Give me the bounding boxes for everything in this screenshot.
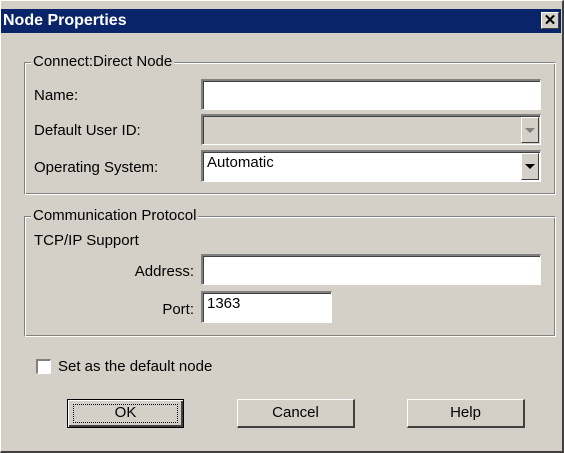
operating-system-value: Automatic (207, 154, 274, 171)
window-title: Node Properties (3, 12, 127, 29)
name-field[interactable] (201, 79, 541, 110)
help-button-label: Help (450, 404, 481, 421)
help-button[interactable]: Help (407, 399, 525, 428)
ok-button[interactable]: OK (67, 399, 184, 428)
default-node-checkbox[interactable] (36, 359, 51, 374)
address-label: Address: (134, 263, 194, 280)
name-label: Name: (34, 87, 79, 104)
cancel-button[interactable]: Cancel (237, 399, 355, 428)
cancel-button-label: Cancel (272, 404, 319, 421)
operating-system-dropdown-button[interactable] (521, 153, 539, 180)
default-user-id-dropdown-button[interactable] (521, 117, 539, 143)
tcpip-support-label: TCP/IP Support (34, 232, 139, 249)
connect-direct-node-legend: Connect:Direct Node (31, 53, 175, 70)
chevron-down-icon (525, 164, 535, 169)
operating-system-label: Operating System: (34, 159, 159, 176)
port-field[interactable]: 1363 (201, 291, 332, 323)
default-user-id-label: Default User ID: (34, 122, 141, 139)
chevron-down-icon (525, 127, 535, 133)
title-bar[interactable]: Node Properties ✕ (1, 9, 561, 33)
address-field[interactable] (201, 254, 541, 285)
default-user-id-dropdown[interactable] (201, 114, 541, 145)
close-icon: ✕ (543, 12, 557, 29)
focus-rectangle (73, 404, 178, 423)
close-button[interactable]: ✕ (541, 12, 559, 29)
operating-system-dropdown[interactable]: Automatic (201, 150, 541, 182)
default-node-label[interactable]: Set as the default node (58, 358, 212, 375)
node-properties-dialog: Node Properties ✕ Connect:Direct Node Na… (0, 0, 564, 453)
communication-protocol-legend: Communication Protocol (31, 207, 199, 224)
port-label: Port: (162, 301, 194, 318)
